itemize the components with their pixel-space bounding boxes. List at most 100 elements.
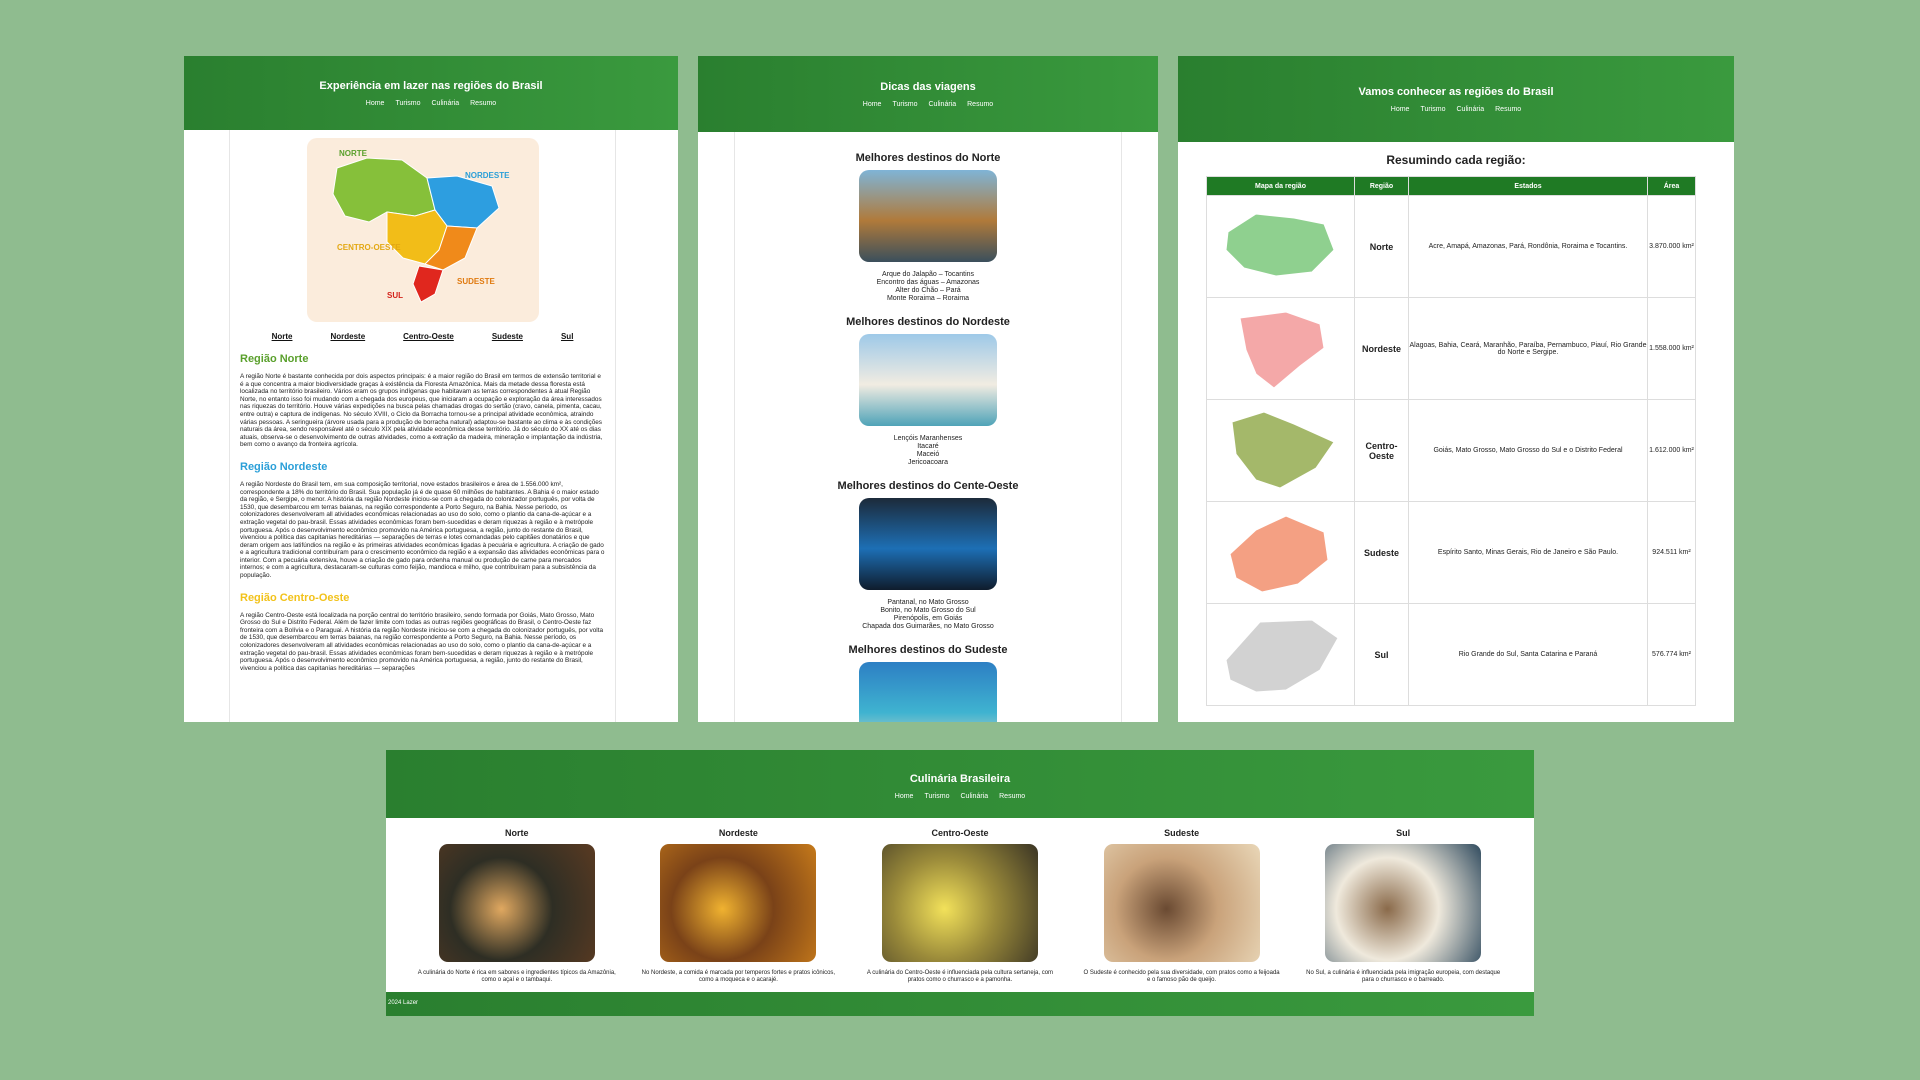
nav-turismo[interactable]: Turismo <box>1420 106 1445 113</box>
col-header-states: Estados <box>1408 176 1648 196</box>
region-map-sul <box>1224 618 1339 693</box>
food-photo <box>660 844 817 962</box>
destination-photo <box>859 170 997 262</box>
table-row: Norte Acre, Amapá, Amazonas, Pará, Rondô… <box>1206 195 1696 298</box>
link-norte[interactable]: Norte <box>272 332 293 341</box>
region-states: Rio Grande do Sul, Santa Catarina e Para… <box>1408 603 1648 706</box>
section-text: A região Nordeste do Brasil tem, em sua … <box>240 480 605 580</box>
destination-norte: Melhores destinos do Norte Arque do Jala… <box>735 152 1121 303</box>
nav-culinaria[interactable]: Culinária <box>432 100 460 107</box>
page-title: Experiência em lazer nas regiões do Bras… <box>319 80 543 92</box>
region-map-norte <box>1224 212 1335 277</box>
link-nordeste[interactable]: Nordeste <box>330 332 365 341</box>
region-name: Sudeste <box>1354 501 1409 604</box>
destination-line: Pirenópolis, em Goiás <box>893 615 963 622</box>
nav-home[interactable]: Home <box>863 101 882 108</box>
region-states: Alagoas, Bahia, Ceará, Maranhão, Paraíba… <box>1408 297 1648 400</box>
food-card-title: Sul <box>1396 828 1411 838</box>
food-card-title: Centro-Oeste <box>931 828 989 838</box>
food-cards: Norte A culinária do Norte é rica em sab… <box>386 818 1534 984</box>
food-photo <box>1103 844 1260 962</box>
section-title: Região Nordeste <box>240 460 328 473</box>
link-sul[interactable]: Sul <box>561 332 573 341</box>
nav-bar: Home Turismo Culinária Resumo <box>1178 106 1734 113</box>
nav-culinaria[interactable]: Culinária <box>929 101 957 108</box>
table-header-row: Mapa da região Região Estados Área <box>1206 176 1696 196</box>
nav-turismo[interactable]: Turismo <box>395 100 420 107</box>
page-content: Melhores destinos do Norte Arque do Jala… <box>734 132 1122 722</box>
food-card-sudeste: Sudeste O Sudeste é conhecido pela sua d… <box>1082 828 1282 984</box>
map-label-sudeste: SUDESTE <box>457 277 495 286</box>
nav-home[interactable]: Home <box>895 793 914 800</box>
page-content: NORTE NORDESTE CENTRO-OESTE SUDESTE SUL … <box>229 130 616 722</box>
page-header: Dicas das viagens Home Turismo Culinária… <box>698 56 1158 132</box>
nav-bar: Home Turismo Culinária Resumo <box>698 101 1158 108</box>
region-map-cell <box>1206 603 1355 706</box>
destination-line: Arque do Jalapão – Tocantins <box>881 271 975 278</box>
region-links: Norte Nordeste Centro-Oeste Sudeste Sul <box>240 332 605 341</box>
nav-resumo[interactable]: Resumo <box>967 101 993 108</box>
region-map-cell <box>1206 297 1355 400</box>
destination-line: Pantanal, no Mato Grosso <box>887 599 969 606</box>
section-text: A região Norte é bastante conhecida por … <box>240 373 603 449</box>
nav-culinaria[interactable]: Culinária <box>1457 106 1485 113</box>
region-area: 1.612.000 km² <box>1647 399 1696 502</box>
food-card-text: A culinária do Centro-Oeste é influencia… <box>866 970 1054 983</box>
food-card-sul: Sul No Sul, a culinária é influenciada p… <box>1303 828 1503 984</box>
destination-title: Melhores destinos do Nordeste <box>846 316 1010 328</box>
destination-photo <box>859 498 997 590</box>
food-card-centro-oeste: Centro-Oeste A culinária do Centro-Oeste… <box>860 828 1060 984</box>
page-title: Culinária Brasileira <box>909 773 1011 785</box>
nav-resumo[interactable]: Resumo <box>470 100 496 107</box>
region-map-cell <box>1206 501 1355 604</box>
section-norte: Região Norte A região Norte é bastante c… <box>240 353 605 449</box>
page-header: Vamos conhecer as regiões do Brasil Home… <box>1178 56 1734 142</box>
destination-title: Melhores destinos do Cente-Oeste <box>837 480 1019 492</box>
region-name: Sul <box>1354 603 1409 706</box>
food-card-text: O Sudeste é conhecido pela sua diversida… <box>1083 970 1280 983</box>
destination-line: Itacaré <box>917 443 939 450</box>
table-row: Sul Rio Grande do Sul, Santa Catarina e … <box>1206 603 1696 706</box>
food-card-title: Norte <box>505 828 529 838</box>
dicas-page: Dicas das viagens Home Turismo Culinária… <box>698 56 1158 722</box>
nav-culinaria[interactable]: Culinária <box>961 793 989 800</box>
region-name: Centro-Oeste <box>1354 399 1409 502</box>
map-label-norte: NORTE <box>339 149 368 158</box>
table-row: Centro-Oeste Goiás, Mato Grosso, Mato Gr… <box>1206 399 1696 502</box>
regions-table: Mapa da região Região Estados Área Norte… <box>1206 176 1696 706</box>
section-nordeste: Região Nordeste A região Nordeste do Bra… <box>240 461 605 580</box>
destination-line: Bonito, no Mato Grosso do Sul <box>880 607 976 614</box>
nav-home[interactable]: Home <box>1391 106 1410 113</box>
destination-line: Chapada dos Guimarães, no Mato Grosso <box>862 623 994 630</box>
region-area: 3.870.000 km² <box>1647 195 1696 298</box>
destination-line: Lençóis Maranhenses <box>893 435 963 442</box>
region-states: Acre, Amapá, Amazonas, Pará, Rondônia, R… <box>1408 195 1648 298</box>
nav-home[interactable]: Home <box>366 100 385 107</box>
col-header-map: Mapa da região <box>1206 176 1355 196</box>
nav-resumo[interactable]: Resumo <box>1495 106 1521 113</box>
nav-turismo[interactable]: Turismo <box>924 793 949 800</box>
link-sudeste[interactable]: Sudeste <box>492 332 523 341</box>
destination-list: Pantanal, no Mato Grosso Bonito, no Mato… <box>735 599 1121 631</box>
destination-line: Encontro das águas – Amazonas <box>876 279 980 286</box>
food-card-text: A culinária do Norte é rica em sabores e… <box>417 970 616 983</box>
page-title: Dicas das viagens <box>880 81 976 93</box>
page-header: Culinária Brasileira Home Turismo Culiná… <box>386 750 1534 818</box>
page-footer: 2024 Lazer <box>386 992 1534 1016</box>
region-area: 576.774 km² <box>1647 603 1696 706</box>
nav-turismo[interactable]: Turismo <box>892 101 917 108</box>
destination-title: Melhores destinos do Sudeste <box>848 644 1008 656</box>
region-map-sudeste <box>1228 514 1329 593</box>
table-row: Sudeste Espírito Santo, Minas Gerais, Ri… <box>1206 501 1696 604</box>
region-map-cell <box>1206 399 1355 502</box>
brazil-map-graphic: NORTE NORDESTE CENTRO-OESTE SUDESTE SUL <box>331 149 510 303</box>
link-centro-oeste[interactable]: Centro-Oeste <box>403 332 454 341</box>
region-map-nordeste <box>1238 310 1325 389</box>
destination-nordeste: Melhores destinos do Nordeste Lençóis Ma… <box>735 316 1121 467</box>
nav-resumo[interactable]: Resumo <box>999 793 1025 800</box>
col-header-area: Área <box>1647 176 1696 196</box>
resumo-page: Vamos conhecer as regiões do Brasil Home… <box>1178 56 1734 722</box>
food-card-title: Sudeste <box>1164 828 1200 838</box>
region-name: Norte <box>1354 195 1409 298</box>
col-header-region: Região <box>1354 176 1409 196</box>
